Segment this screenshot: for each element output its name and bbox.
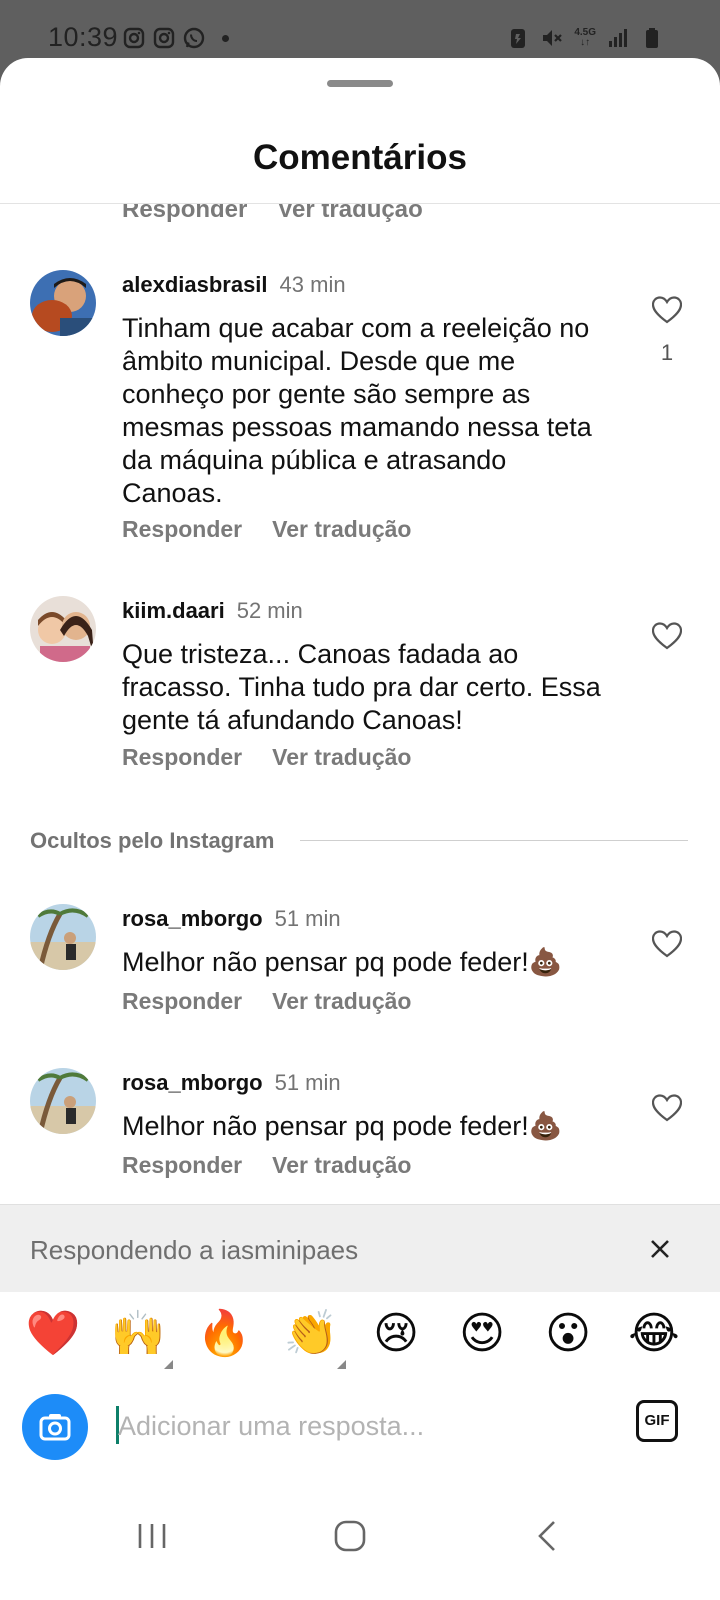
avatar[interactable] xyxy=(30,270,96,336)
heart-icon[interactable] xyxy=(652,622,682,650)
raising-hands-emoji-button[interactable]: 🙌 xyxy=(110,1306,166,1362)
avatar[interactable] xyxy=(30,1068,96,1134)
heart-icon[interactable] xyxy=(652,930,682,958)
instagram-icon xyxy=(123,27,145,49)
battery-icon xyxy=(646,28,658,48)
hidden-comments-label[interactable]: Ocultos pelo Instagram xyxy=(30,828,275,854)
comment-actions: Responder Ver tradução xyxy=(122,744,411,771)
replying-to-bar: Respondendo a iasminipaes xyxy=(0,1204,720,1292)
surprised-emoji-button[interactable]: 😮 xyxy=(540,1306,596,1362)
translate-button[interactable]: Ver tradução xyxy=(272,744,411,771)
comment-actions: Responder Ver tradução xyxy=(122,516,411,543)
replying-to-label: Respondendo a iasminipaes xyxy=(30,1235,359,1265)
comment-time: 51 min xyxy=(274,906,341,931)
avatar[interactable] xyxy=(30,596,96,662)
drag-handle[interactable] xyxy=(327,80,393,87)
comment-text: Melhor não pensar pq pode feder!💩 xyxy=(122,1111,563,1141)
avatar-image xyxy=(30,270,96,336)
comment-time: 43 min xyxy=(279,272,346,297)
heart-icon[interactable] xyxy=(652,296,682,324)
comment-header: alexdiasbrasil 43 min xyxy=(122,272,346,298)
comment-text: Tinham que acabar com a reeleição no âmb… xyxy=(122,313,592,508)
comment-username[interactable]: rosa_mborgo xyxy=(122,906,263,932)
comment-time: 51 min xyxy=(274,1070,341,1095)
crying-emoji-button[interactable]: 😢 xyxy=(368,1306,424,1362)
like-count: 1 xyxy=(660,340,674,365)
heart-icon[interactable] xyxy=(652,1094,682,1122)
hidden-comments-divider xyxy=(300,840,688,841)
clapping-emoji-button[interactable]: 👏 xyxy=(283,1306,339,1362)
avatar-image xyxy=(30,596,96,662)
reply-button[interactable]: Responder xyxy=(122,988,242,1015)
home-icon[interactable] xyxy=(330,1516,370,1556)
comment-text: Que tristeza... Canoas fadada ao fracass… xyxy=(122,639,601,735)
status-time: 10:39 xyxy=(48,22,119,52)
whatsapp-icon xyxy=(183,27,205,49)
notification-icons xyxy=(122,26,229,50)
comment-username[interactable]: alexdiasbrasil xyxy=(122,272,268,298)
emoji-quick-bar: ❤️ 🙌 🔥 👏 😢 😍 😮 😂 xyxy=(0,1306,720,1376)
translate-button[interactable]: Ver tradução xyxy=(272,516,411,543)
reply-button[interactable]: Responder xyxy=(122,1152,242,1179)
camera-button[interactable] xyxy=(22,1394,88,1460)
signal-icon xyxy=(609,29,627,47)
comment-actions: Responder Ver tradução xyxy=(122,1152,411,1179)
avatar-image xyxy=(30,1068,96,1134)
network-icon: 4.5G ↓↑ xyxy=(574,28,596,48)
avatar-image xyxy=(30,904,96,970)
comment-time: 52 min xyxy=(236,598,303,623)
comment-header: kiim.daari 52 min xyxy=(122,598,303,624)
heart-eyes-emoji-button[interactable]: 😍 xyxy=(454,1306,510,1362)
gif-button[interactable]: GIF xyxy=(636,1400,678,1442)
laughing-emoji-button[interactable]: 😂 xyxy=(626,1306,682,1362)
comments-sheet: Comentários Responder Ver tradução alexd… xyxy=(0,58,720,1600)
system-icons: 4.5G ↓↑ xyxy=(506,26,664,50)
instagram-icon xyxy=(153,27,175,49)
back-icon[interactable] xyxy=(528,1516,568,1556)
skin-tone-indicator-icon xyxy=(337,1360,346,1369)
status-bar: 10:39 4.5G ↓↑ xyxy=(0,0,720,60)
heart-emoji-button[interactable]: ❤️ xyxy=(25,1306,81,1362)
battery-saver-icon xyxy=(511,29,526,48)
reply-button[interactable]: Responder xyxy=(122,204,247,224)
avatar[interactable] xyxy=(30,904,96,970)
camera-icon xyxy=(39,1414,71,1441)
previous-comment-actions: Responder Ver tradução xyxy=(122,204,423,224)
close-icon[interactable] xyxy=(646,1235,674,1263)
recent-apps-icon[interactable] xyxy=(132,1516,172,1556)
comment-header: rosa_mborgo 51 min xyxy=(122,906,341,932)
comments-list[interactable]: Responder Ver tradução alexdiasbrasil 43… xyxy=(0,204,720,1204)
comment-header: rosa_mborgo 51 min xyxy=(122,1070,341,1096)
reply-button[interactable]: Responder xyxy=(122,744,242,771)
translate-button[interactable]: Ver tradução xyxy=(277,204,422,224)
comment-text: Melhor não pensar pq pode feder!💩 xyxy=(122,947,563,977)
fire-emoji-button[interactable]: 🔥 xyxy=(196,1306,252,1362)
mute-icon xyxy=(543,30,563,46)
sheet-title: Comentários xyxy=(253,138,467,177)
comment-actions: Responder Ver tradução xyxy=(122,988,411,1015)
translate-button[interactable]: Ver tradução xyxy=(272,988,411,1015)
network-arrows-icon: ↓↑ xyxy=(580,37,591,48)
skin-tone-indicator-icon xyxy=(164,1360,173,1369)
comment-username[interactable]: rosa_mborgo xyxy=(122,1070,263,1096)
reply-input[interactable] xyxy=(116,1404,606,1448)
translate-button[interactable]: Ver tradução xyxy=(272,1152,411,1179)
comment-username[interactable]: kiim.daari xyxy=(122,598,225,624)
comment-composer: GIF xyxy=(0,1394,720,1484)
dot-icon xyxy=(222,34,229,42)
reply-button[interactable]: Responder xyxy=(122,516,242,543)
system-nav-bar xyxy=(0,1482,720,1600)
